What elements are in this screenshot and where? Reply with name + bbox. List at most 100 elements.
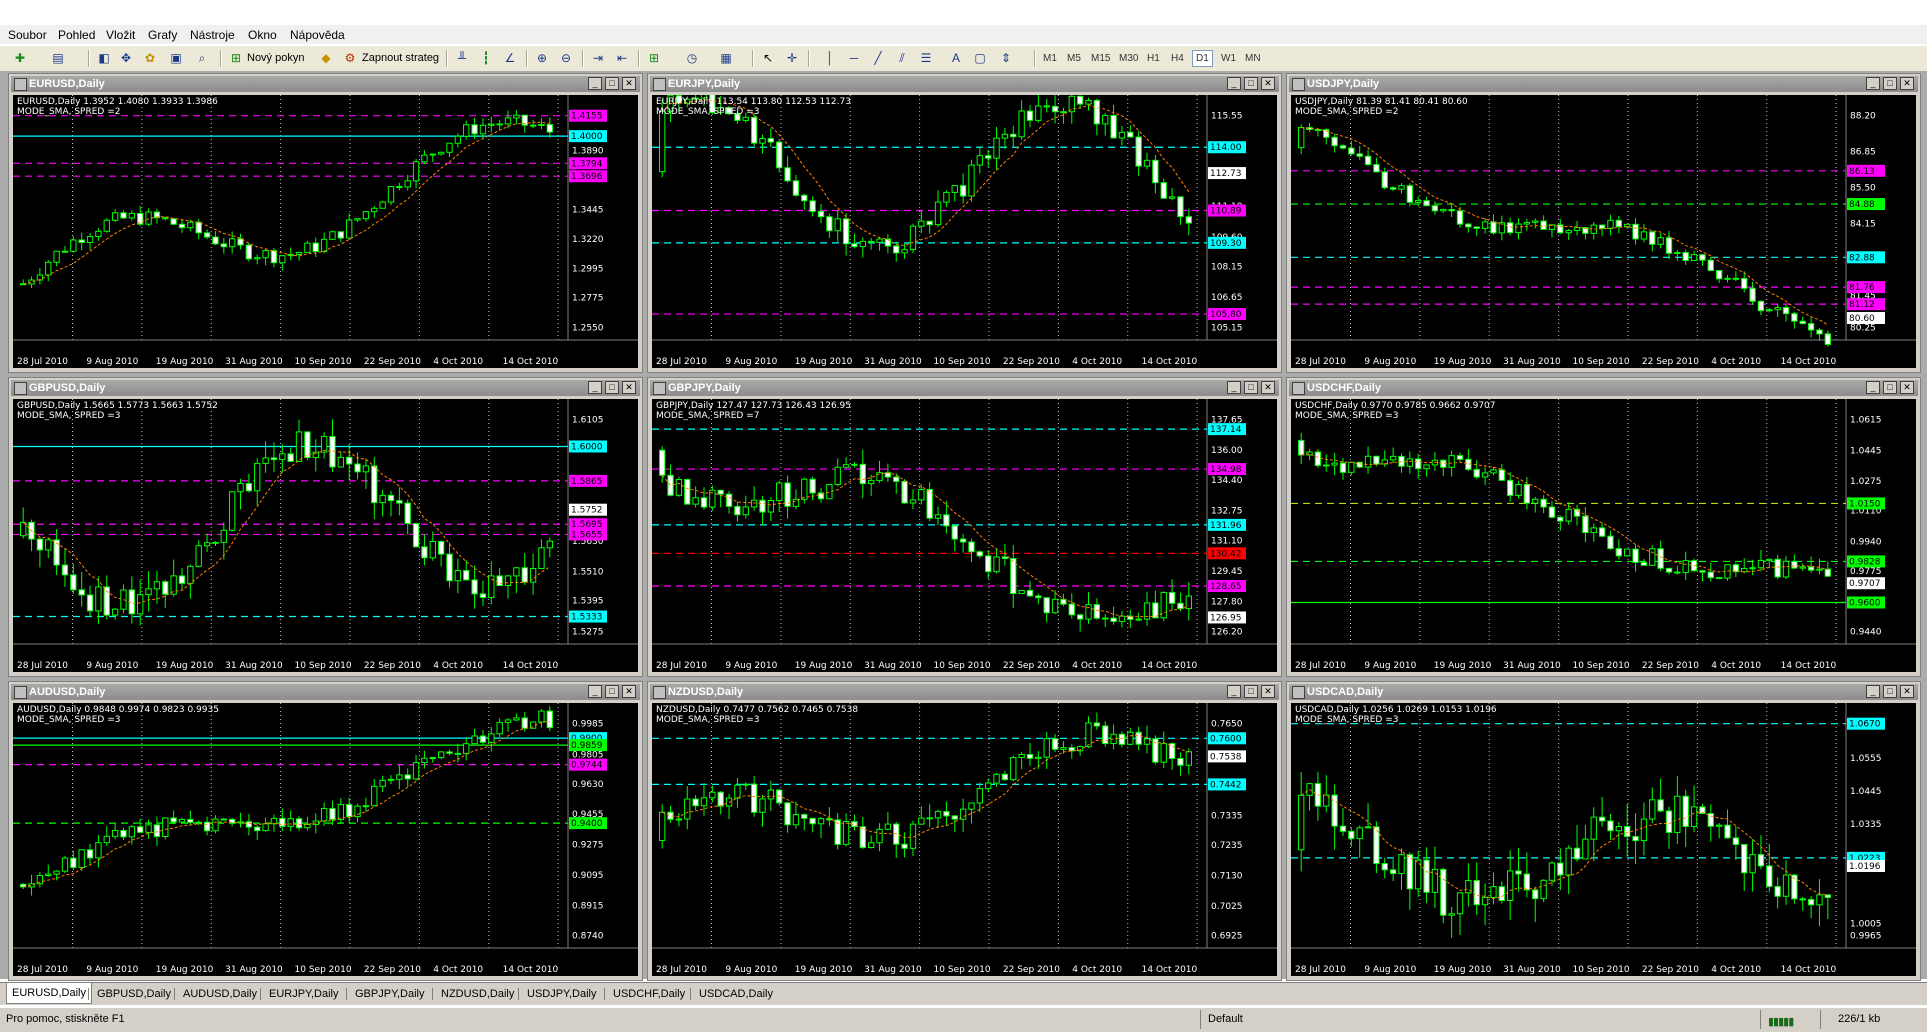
minimize-button[interactable]: _ bbox=[1227, 381, 1241, 394]
chart-window[interactable]: NZDUSD,Daily _ □ ✕ 28 Jul 2010 9 Aug 2010 19 A… bbox=[647, 681, 1282, 981]
chart-window[interactable]: USDCHF,Daily _ □ ✕ 28 Jul 2010 9 Aug 2010 19 A… bbox=[1286, 377, 1921, 677]
menu-pohled[interactable]: Pohled bbox=[58, 28, 95, 42]
chart-tab[interactable]: USDJPY,Daily bbox=[522, 986, 602, 1003]
zoom-out-icon[interactable]: ⊖ bbox=[558, 50, 574, 66]
chart-title-bar[interactable]: USDJPY,Daily _ □ ✕ bbox=[1289, 76, 1918, 92]
auto-scroll-icon[interactable]: ⇥ bbox=[590, 50, 606, 66]
chart-plot[interactable]: 28 Jul 2010 9 Aug 2010 19 Aug 2010 31 Aug 2… bbox=[13, 399, 638, 672]
chart-title-bar[interactable]: EURJPY,Daily _ □ ✕ bbox=[650, 76, 1279, 92]
chart-window[interactable]: GBPJPY,Daily _ □ ✕ 28 Jul 2010 9 Aug 2010 19 A… bbox=[647, 377, 1282, 677]
metaeditor-icon[interactable]: ◆ bbox=[318, 50, 334, 66]
chart-plot[interactable]: 28 Jul 2010 9 Aug 2010 19 Aug 2010 31 Aug 2… bbox=[652, 703, 1277, 976]
close-button[interactable]: ✕ bbox=[1900, 685, 1914, 698]
chart-title-bar[interactable]: EURUSD,Daily _ □ ✕ bbox=[11, 76, 640, 92]
timeframe-d1[interactable]: D1 bbox=[1192, 50, 1213, 67]
timeframe-m30[interactable]: M30 bbox=[1116, 51, 1141, 66]
chart-plot[interactable]: 28 Jul 2010 9 Aug 2010 19 Aug 2010 31 Aug 2… bbox=[1291, 399, 1916, 672]
new-chart-icon[interactable]: ✚ bbox=[12, 50, 28, 66]
close-button[interactable]: ✕ bbox=[622, 685, 636, 698]
menu-soubor[interactable]: Soubor bbox=[8, 28, 47, 42]
chart-tab[interactable]: GBPUSD,Daily bbox=[92, 986, 176, 1003]
minimize-button[interactable]: _ bbox=[588, 685, 602, 698]
chart-tab[interactable]: GBPJPY,Daily bbox=[350, 986, 430, 1003]
terminal-icon[interactable]: ▣ bbox=[168, 50, 184, 66]
chart-window[interactable]: AUDUSD,Daily _ □ ✕ 28 Jul 2010 9 Aug 2010 19 A… bbox=[8, 681, 643, 981]
menu-vlozit[interactable]: Vložit bbox=[106, 28, 135, 42]
close-button[interactable]: ✕ bbox=[1900, 77, 1914, 90]
trendline-icon[interactable]: ╱ bbox=[870, 50, 886, 66]
chart-plot[interactable]: 28 Jul 2010 9 Aug 2010 19 Aug 2010 31 Aug 2… bbox=[1291, 95, 1916, 368]
vertical-line-icon[interactable]: │ bbox=[822, 50, 838, 66]
timeframe-mn[interactable]: MN bbox=[1242, 51, 1264, 66]
chart-tab[interactable]: NZDUSD,Daily bbox=[436, 986, 519, 1003]
maximize-button[interactable]: □ bbox=[1883, 381, 1897, 394]
chart-tab[interactable]: USDCHF,Daily bbox=[608, 986, 690, 1003]
close-button[interactable]: ✕ bbox=[1261, 381, 1275, 394]
close-button[interactable]: ✕ bbox=[622, 77, 636, 90]
chart-window[interactable]: EURUSD,Daily _ □ ✕ 28 Jul 2010 9 Aug 2010 19 A… bbox=[8, 73, 643, 373]
candlestick-icon[interactable]: ┇ bbox=[478, 50, 494, 66]
chart-window[interactable]: USDCAD,Daily _ □ ✕ 28 Jul 2010 9 Aug 2010 19 A… bbox=[1286, 681, 1921, 981]
menu-grafy[interactable]: Grafy bbox=[148, 28, 177, 42]
minimize-button[interactable]: _ bbox=[588, 77, 602, 90]
maximize-button[interactable]: □ bbox=[1244, 685, 1258, 698]
zoom-in-icon[interactable]: ⊕ bbox=[534, 50, 550, 66]
menu-nastroje[interactable]: Nástroje bbox=[190, 28, 235, 42]
new-order-icon[interactable]: ⊞ bbox=[228, 50, 244, 66]
timeframe-h4[interactable]: H4 bbox=[1168, 51, 1187, 66]
close-button[interactable]: ✕ bbox=[622, 381, 636, 394]
menu-napoveda[interactable]: Nápověda bbox=[290, 28, 345, 42]
maximize-button[interactable]: □ bbox=[1883, 685, 1897, 698]
minimize-button[interactable]: _ bbox=[588, 381, 602, 394]
chart-title-bar[interactable]: AUDUSD,Daily _ □ ✕ bbox=[11, 684, 640, 700]
cursor-icon[interactable]: ↖ bbox=[760, 50, 776, 66]
new-order-button[interactable]: Nový pokyn bbox=[247, 49, 304, 67]
chart-title-bar[interactable]: GBPJPY,Daily _ □ ✕ bbox=[650, 380, 1279, 396]
chart-tab[interactable]: EURJPY,Daily bbox=[264, 986, 344, 1003]
maximize-button[interactable]: □ bbox=[1244, 77, 1258, 90]
market-watch-icon[interactable]: ◧ bbox=[96, 50, 112, 66]
maximize-button[interactable]: □ bbox=[605, 685, 619, 698]
chart-window[interactable]: USDJPY,Daily _ □ ✕ 28 Jul 2010 9 Aug 2010 19 A… bbox=[1286, 73, 1921, 373]
menu-okno[interactable]: Okno bbox=[248, 28, 277, 42]
close-button[interactable]: ✕ bbox=[1261, 77, 1275, 90]
data-window-icon[interactable]: ✿ bbox=[142, 50, 158, 66]
chart-plot[interactable]: 28 Jul 2010 9 Aug 2010 19 Aug 2010 31 Aug 2… bbox=[652, 399, 1277, 672]
timeframe-w1[interactable]: W1 bbox=[1218, 51, 1239, 66]
periods-icon[interactable]: ◷ bbox=[684, 50, 700, 66]
indicators-icon[interactable]: ⊞ bbox=[646, 50, 662, 66]
chart-tab[interactable]: USDCAD,Daily bbox=[694, 986, 778, 1003]
autotrade-icon[interactable]: ⚙ bbox=[342, 50, 358, 66]
minimize-button[interactable]: _ bbox=[1227, 77, 1241, 90]
chart-window[interactable]: EURJPY,Daily _ □ ✕ 28 Jul 2010 9 Aug 2010 19 A… bbox=[647, 73, 1282, 373]
autotrade-button[interactable]: Zapnout strateg bbox=[362, 49, 439, 67]
timeframe-m15[interactable]: M15 bbox=[1088, 51, 1113, 66]
chart-plot[interactable]: 28 Jul 2010 9 Aug 2010 19 Aug 2010 31 Aug 2… bbox=[13, 95, 638, 368]
chart-shift-icon[interactable]: ⇤ bbox=[614, 50, 630, 66]
timeframe-h1[interactable]: H1 bbox=[1144, 51, 1163, 66]
chart-plot[interactable]: 28 Jul 2010 9 Aug 2010 19 Aug 2010 31 Aug 2… bbox=[1291, 703, 1916, 976]
minimize-button[interactable]: _ bbox=[1866, 381, 1880, 394]
chart-title-bar[interactable]: NZDUSD,Daily _ □ ✕ bbox=[650, 684, 1279, 700]
text-icon[interactable]: A bbox=[948, 50, 964, 66]
text-label-icon[interactable]: ▢ bbox=[972, 50, 988, 66]
timeframe-m5[interactable]: M5 bbox=[1064, 51, 1084, 66]
maximize-button[interactable]: □ bbox=[1883, 77, 1897, 90]
chart-title-bar[interactable]: USDCHF,Daily _ □ ✕ bbox=[1289, 380, 1918, 396]
minimize-button[interactable]: _ bbox=[1866, 77, 1880, 90]
close-button[interactable]: ✕ bbox=[1261, 685, 1275, 698]
crosshair-icon[interactable]: ✛ bbox=[784, 50, 800, 66]
chart-window[interactable]: GBPUSD,Daily _ □ ✕ 28 Jul 2010 9 Aug 2010 19 A… bbox=[8, 377, 643, 677]
fibonacci-icon[interactable]: ☰ bbox=[918, 50, 934, 66]
maximize-button[interactable]: □ bbox=[605, 77, 619, 90]
close-button[interactable]: ✕ bbox=[1900, 381, 1914, 394]
chart-title-bar[interactable]: GBPUSD,Daily _ □ ✕ bbox=[11, 380, 640, 396]
chart-title-bar[interactable]: USDCAD,Daily _ □ ✕ bbox=[1289, 684, 1918, 700]
timeframe-m1[interactable]: M1 bbox=[1040, 51, 1060, 66]
maximize-button[interactable]: □ bbox=[605, 381, 619, 394]
chart-plot[interactable]: 28 Jul 2010 9 Aug 2010 19 Aug 2010 31 Aug 2… bbox=[13, 703, 638, 976]
profiles-icon[interactable]: ▤ bbox=[50, 50, 66, 66]
channel-icon[interactable]: ⫽ bbox=[894, 50, 910, 66]
arrows-icon[interactable]: ⇕ bbox=[998, 50, 1014, 66]
horizontal-line-icon[interactable]: ─ bbox=[846, 50, 862, 66]
